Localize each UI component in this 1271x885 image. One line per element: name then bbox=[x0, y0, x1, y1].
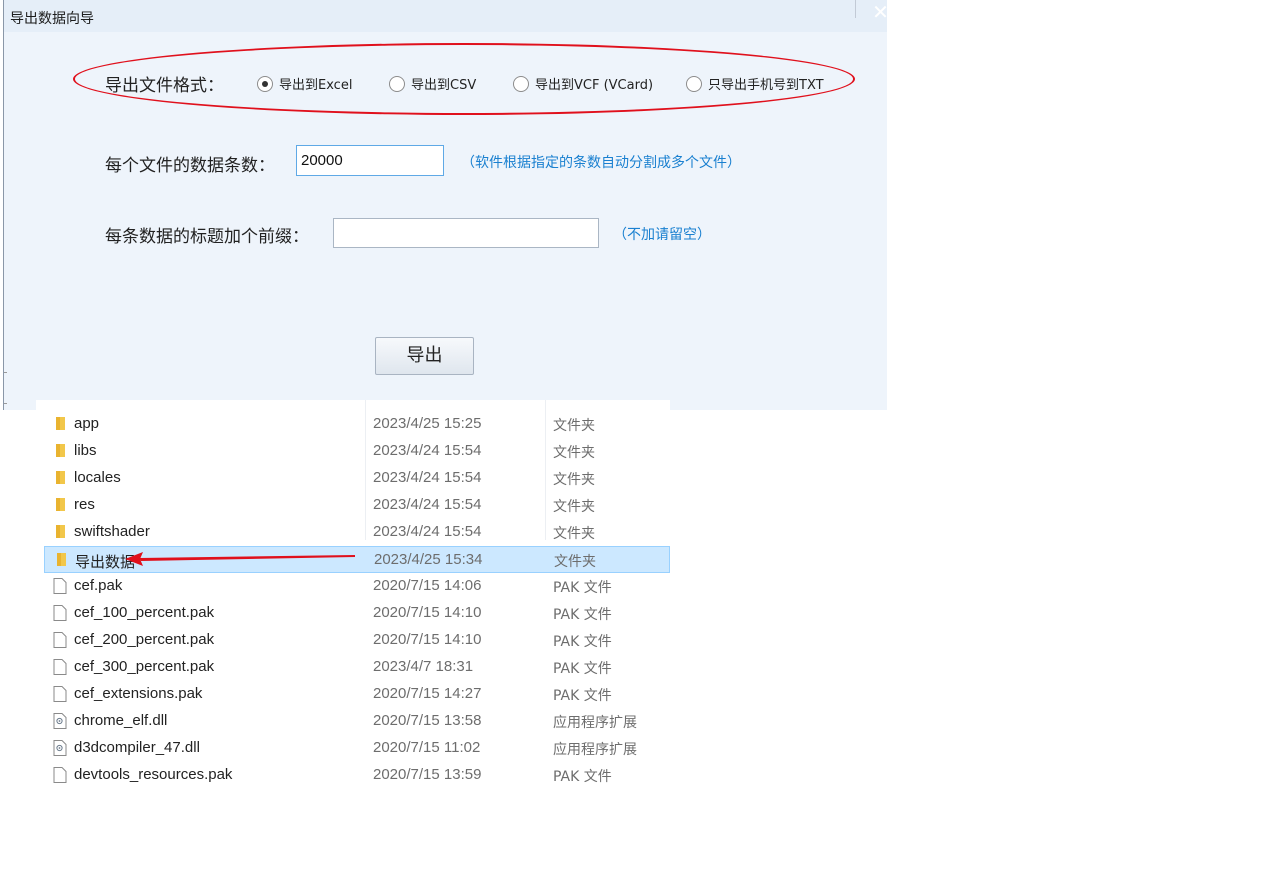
file-date: 2020/7/15 13:59 bbox=[373, 766, 482, 783]
file-type: PAK 文件 bbox=[553, 769, 612, 785]
file-row[interactable]: swiftshader 2023/4/24 15:54 文件夹 bbox=[44, 519, 670, 546]
file-type: PAK 文件 bbox=[553, 580, 612, 596]
file-type: 文件夹 bbox=[553, 499, 595, 515]
file-type: 应用程序扩展 bbox=[553, 742, 637, 758]
window-edge bbox=[855, 0, 856, 18]
file-type: 应用程序扩展 bbox=[553, 715, 637, 731]
file-name: d3dcompiler_47.dll bbox=[74, 739, 200, 756]
dialog-titlebar[interactable]: 导出数据向导 ✕ bbox=[4, 0, 889, 32]
radio-indicator[interactable] bbox=[686, 75, 702, 92]
file-date: 2020/7/15 14:10 bbox=[373, 631, 482, 648]
file-name: cef_extensions.pak bbox=[74, 685, 203, 702]
records-per-file-input[interactable] bbox=[296, 145, 444, 176]
file-row[interactable]: libs 2023/4/24 15:54 文件夹 bbox=[44, 438, 670, 465]
file-icon bbox=[53, 632, 67, 648]
file-name: cef.pak bbox=[74, 577, 123, 594]
radio-label: 只导出手机号到TXT bbox=[708, 78, 824, 93]
file-date: 2023/4/24 15:54 bbox=[373, 523, 482, 540]
window-edge-mark bbox=[4, 372, 7, 404]
file-date: 2020/7/15 11:02 bbox=[373, 739, 481, 756]
dialog-title: 导出数据向导 bbox=[10, 11, 94, 27]
file-icon bbox=[53, 578, 67, 594]
prefix-hint: （不加请留空） bbox=[613, 227, 711, 243]
file-row[interactable]: cef_300_percent.pak 2023/4/7 18:31 PAK 文件 bbox=[44, 654, 670, 681]
file-row[interactable]: cef_200_percent.pak 2020/7/15 14:10 PAK 文件 bbox=[44, 627, 670, 654]
file-date: 2023/4/24 15:54 bbox=[373, 469, 482, 486]
file-name: cef_300_percent.pak bbox=[74, 658, 215, 675]
file-type: 文件夹 bbox=[553, 472, 595, 488]
radio-export-vcf[interactable]: 导出到VCF (VCard) bbox=[513, 74, 653, 93]
file-type: PAK 文件 bbox=[553, 607, 612, 623]
file-row[interactable]: res 2023/4/24 15:54 文件夹 bbox=[44, 492, 670, 519]
file-type: 文件夹 bbox=[553, 445, 595, 461]
file-row[interactable]: 导出数据 2023/4/25 15:34 文件夹 bbox=[44, 546, 670, 573]
file-name: devtools_resources.pak bbox=[74, 766, 233, 783]
folder-icon bbox=[53, 416, 67, 432]
file-name: chrome_elf.dll bbox=[74, 712, 168, 729]
title-prefix-label: 每条数据的标题加个前缀： bbox=[105, 227, 309, 247]
folder-icon bbox=[54, 552, 68, 568]
radio-label: 导出到Excel bbox=[279, 78, 353, 93]
file-row[interactable]: devtools_resources.pak 2020/7/15 13:59 PAK… bbox=[44, 762, 670, 789]
export-wizard-dialog: 导出数据向导 ✕ 导出文件格式： 导出到Excel 导出到CSV 导出到VCF … bbox=[0, 0, 889, 410]
file-row[interactable]: locales 2023/4/24 15:54 文件夹 bbox=[44, 465, 670, 492]
file-type: 文件夹 bbox=[553, 418, 595, 434]
file-type: PAK 文件 bbox=[553, 661, 612, 677]
radio-label: 导出到VCF (VCard) bbox=[535, 78, 654, 93]
radio-export-excel[interactable]: 导出到Excel bbox=[257, 74, 352, 93]
file-date: 2023/4/24 15:54 bbox=[373, 442, 482, 459]
file-icon bbox=[53, 605, 67, 621]
folder-icon bbox=[53, 497, 67, 513]
file-date: 2020/7/15 14:27 bbox=[373, 685, 482, 702]
file-type: PAK 文件 bbox=[553, 688, 612, 704]
file-date: 2023/4/25 15:25 bbox=[373, 415, 482, 432]
file-row[interactable]: app 2023/4/25 15:25 文件夹 bbox=[44, 411, 670, 438]
file-date: 2020/7/15 13:58 bbox=[373, 712, 482, 729]
file-icon bbox=[53, 659, 67, 675]
radio-export-txt[interactable]: 只导出手机号到TXT bbox=[686, 74, 824, 93]
folder-icon bbox=[53, 470, 67, 486]
file-name: cef_100_percent.pak bbox=[74, 604, 215, 621]
dll-file-icon bbox=[53, 740, 67, 756]
file-row[interactable]: cef.pak 2020/7/15 14:06 PAK 文件 bbox=[44, 573, 670, 600]
folder-icon bbox=[53, 443, 67, 459]
file-icon bbox=[53, 686, 67, 702]
file-name: 导出数据 bbox=[75, 554, 136, 571]
partial-row bbox=[36, 793, 670, 798]
export-button[interactable]: 导出 bbox=[375, 337, 474, 375]
window-edge-mark bbox=[4, 170, 7, 184]
file-icon bbox=[53, 767, 67, 783]
records-hint: （软件根据指定的条数自动分割成多个文件） bbox=[461, 155, 741, 171]
format-label: 导出文件格式： bbox=[105, 76, 224, 96]
radio-label: 导出到CSV bbox=[411, 78, 477, 93]
file-name: cef_200_percent.pak bbox=[74, 631, 215, 648]
radio-indicator[interactable] bbox=[257, 75, 273, 92]
file-name: locales bbox=[74, 469, 121, 486]
file-row[interactable]: cef_extensions.pak 2020/7/15 14:27 PAK 文件 bbox=[44, 681, 670, 708]
file-name: res bbox=[74, 496, 95, 513]
file-name: libs bbox=[74, 442, 97, 459]
file-date: 2023/4/7 18:31 bbox=[373, 658, 474, 675]
file-date: 2020/7/15 14:10 bbox=[373, 604, 482, 621]
folder-icon bbox=[53, 524, 67, 540]
file-date: 2020/7/15 14:06 bbox=[373, 577, 482, 594]
radio-export-csv[interactable]: 导出到CSV bbox=[389, 74, 476, 93]
records-per-file-label: 每个文件的数据条数： bbox=[105, 156, 275, 176]
close-icon[interactable]: ✕ bbox=[870, 2, 891, 23]
radio-indicator[interactable] bbox=[513, 75, 529, 92]
file-type: 文件夹 bbox=[554, 554, 596, 570]
file-date: 2023/4/24 15:54 bbox=[373, 496, 482, 513]
file-name: app bbox=[74, 415, 100, 432]
file-row[interactable]: d3dcompiler_47.dll 2020/7/15 11:02 应用程序扩展 bbox=[44, 735, 670, 762]
dll-file-icon bbox=[53, 713, 67, 729]
file-row[interactable]: chrome_elf.dll 2020/7/15 13:58 应用程序扩展 bbox=[44, 708, 670, 735]
file-type: PAK 文件 bbox=[553, 634, 612, 650]
radio-indicator[interactable] bbox=[389, 75, 405, 92]
title-prefix-input[interactable] bbox=[333, 218, 599, 248]
file-name: swiftshader bbox=[74, 523, 150, 540]
file-date: 2023/4/25 15:34 bbox=[374, 551, 483, 568]
file-row[interactable]: cef_100_percent.pak 2020/7/15 14:10 PAK 文件 bbox=[44, 600, 670, 627]
file-type: 文件夹 bbox=[553, 526, 595, 542]
